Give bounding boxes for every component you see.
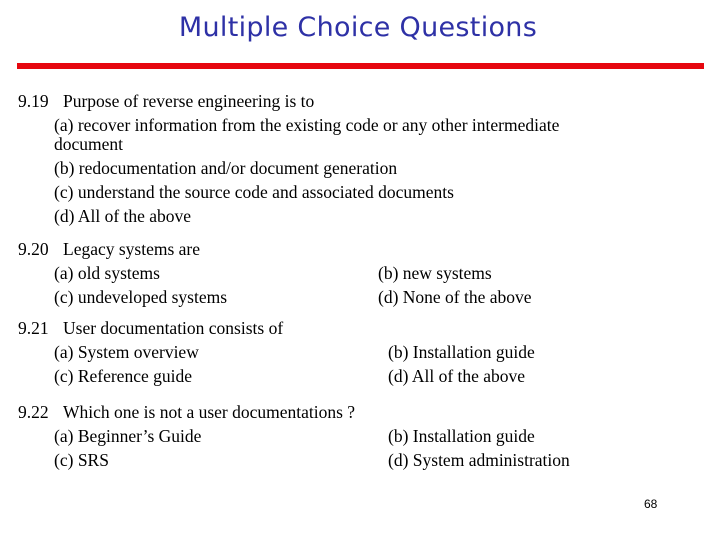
option-a-continuation: document bbox=[54, 134, 124, 154]
question-number: 9.21 bbox=[18, 318, 49, 338]
option-label: (a) bbox=[54, 342, 74, 362]
question-text: Which one is not a user documentations ? bbox=[63, 402, 356, 422]
option-text: old systems bbox=[77, 263, 160, 283]
option-label: (c) bbox=[54, 182, 74, 202]
option-text: SRS bbox=[77, 450, 109, 470]
option-label: (a) bbox=[54, 115, 74, 135]
option-a: (a) Beginner’s Guide bbox=[54, 426, 201, 446]
question-text: User documentation consists of bbox=[63, 318, 284, 338]
option-text: All of the above bbox=[411, 366, 526, 386]
slide-title: Multiple Choice Questions bbox=[178, 12, 538, 43]
option-d: (d) All of the above bbox=[388, 366, 525, 386]
option-text: undeveloped systems bbox=[77, 287, 228, 307]
option-c: (c) undeveloped systems bbox=[54, 287, 227, 307]
question-number: 9.19 bbox=[18, 91, 49, 111]
option-text: System overview bbox=[77, 342, 199, 362]
option-text: redocumentation and/or document generati… bbox=[78, 158, 398, 178]
option-label: (b) bbox=[388, 342, 409, 362]
option-d: (d) None of the above bbox=[378, 287, 532, 307]
option-text: System administration bbox=[412, 450, 570, 470]
option-label: (b) bbox=[54, 158, 75, 178]
option-text: None of the above bbox=[402, 287, 532, 307]
option-label: (d) bbox=[388, 366, 409, 386]
option-a: (a) recover information from the existin… bbox=[54, 115, 559, 135]
option-text: All of the above bbox=[77, 206, 192, 226]
option-c: (c) SRS bbox=[54, 450, 109, 470]
option-label: (b) bbox=[388, 426, 409, 446]
option-label: (c) bbox=[54, 366, 74, 386]
option-d: (d) System administration bbox=[388, 450, 570, 470]
option-b: (b) redocumentation and/or document gene… bbox=[54, 158, 397, 178]
question-number: 9.22 bbox=[18, 402, 49, 422]
option-text: new systems bbox=[402, 263, 492, 283]
option-c: (c) understand the source code and assoc… bbox=[54, 182, 454, 202]
question-9-21: 9.21 User documentation consists of bbox=[18, 318, 283, 338]
question-text: Legacy systems are bbox=[63, 239, 201, 259]
option-label: (d) bbox=[378, 287, 399, 307]
option-label: (c) bbox=[54, 287, 74, 307]
option-c: (c) Reference guide bbox=[54, 366, 192, 386]
question-9-19: 9.19 Purpose of reverse engineering is to bbox=[18, 91, 314, 111]
option-b: (b) Installation guide bbox=[388, 342, 535, 362]
option-a: (a) System overview bbox=[54, 342, 199, 362]
question-number: 9.20 bbox=[18, 239, 49, 259]
option-text: recover information from the existing co… bbox=[77, 115, 560, 135]
option-label: (c) bbox=[54, 450, 74, 470]
option-label: (b) bbox=[378, 263, 399, 283]
option-a: (a) old systems bbox=[54, 263, 160, 283]
title-underline-divider bbox=[17, 63, 704, 69]
question-9-20: 9.20 Legacy systems are bbox=[18, 239, 200, 259]
question-9-22: 9.22 Which one is not a user documentatio… bbox=[18, 402, 355, 422]
option-b: (b) Installation guide bbox=[388, 426, 535, 446]
option-label: (d) bbox=[388, 450, 409, 470]
option-text: Installation guide bbox=[412, 342, 535, 362]
option-b: (b) new systems bbox=[378, 263, 492, 283]
question-text: Purpose of reverse engineering is to bbox=[63, 91, 315, 111]
option-text: Installation guide bbox=[412, 426, 535, 446]
option-label: (d) bbox=[54, 206, 75, 226]
option-label: (a) bbox=[54, 263, 74, 283]
option-text: understand the source code and associate… bbox=[77, 182, 454, 202]
option-label: (a) bbox=[54, 426, 74, 446]
option-text: Beginner’s Guide bbox=[77, 426, 202, 446]
option-text: Reference guide bbox=[77, 366, 192, 386]
option-d: (d) All of the above bbox=[54, 206, 191, 226]
page-number: 68 bbox=[644, 497, 658, 511]
